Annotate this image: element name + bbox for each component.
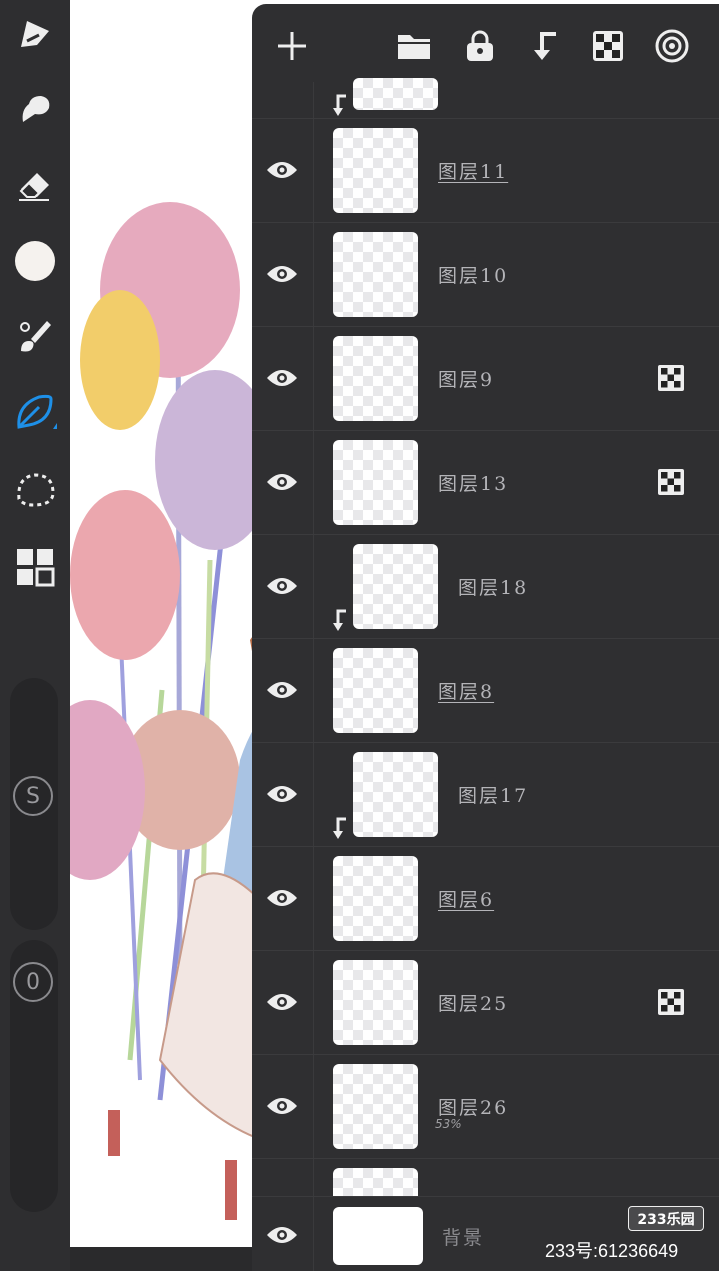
background-thumbnail	[333, 1207, 423, 1265]
layer-name: 图层11	[438, 161, 509, 183]
layer-divider	[313, 743, 314, 846]
layer-name: 背景	[442, 1227, 485, 1249]
layer-row[interactable]: 图层10	[252, 222, 719, 326]
layer-name: 图层10	[438, 265, 509, 287]
layers-grid-icon[interactable]	[10, 542, 60, 592]
layer-thumbnail	[333, 232, 418, 317]
layer-row[interactable]: 图层11	[252, 118, 719, 222]
layer-name: 图层6	[438, 889, 495, 911]
brush-library-icon[interactable]	[10, 312, 60, 362]
layer-name: 图层26	[438, 1097, 509, 1119]
layer-divider	[313, 223, 314, 326]
layer-row[interactable]: 图层25	[252, 950, 719, 1054]
visibility-eye-icon[interactable]	[262, 1215, 302, 1255]
layer-settings-icon[interactable]	[652, 26, 692, 66]
layer-row[interactable]: 图层8	[252, 638, 719, 742]
color-swatch-icon[interactable]	[10, 236, 60, 286]
layer-thumbnail	[333, 1064, 418, 1149]
alpha-lock-badge-icon	[658, 989, 684, 1015]
layer-divider	[313, 1055, 314, 1158]
lasso-selection-icon[interactable]	[10, 464, 60, 514]
visibility-eye-icon[interactable]	[262, 670, 302, 710]
layer-divider	[313, 327, 314, 430]
visibility-eye-icon[interactable]	[262, 878, 302, 918]
layer-row[interactable]: 图层18	[252, 534, 719, 638]
layers-panel: 图层11 图层10 图层9 图层13 图层18 图层8 图层17 图层6 图层25 图层26 53%…	[252, 4, 719, 1271]
tool-sidebar: S 0	[0, 0, 70, 1271]
layer-row[interactable]: 图层13	[252, 430, 719, 534]
layer-divider	[313, 1159, 314, 1197]
layer-row[interactable]: 图层26 53%	[252, 1054, 719, 1158]
layer-name: 图层9	[438, 369, 495, 391]
layer-name: 图层13	[438, 473, 509, 495]
visibility-eye-icon[interactable]	[262, 254, 302, 294]
layer-opacity: 53%	[435, 1117, 462, 1131]
layer-divider	[313, 847, 314, 950]
alpha-lock-badge-icon	[658, 365, 684, 391]
lock-icon[interactable]	[460, 26, 500, 66]
eraser-tool-icon[interactable]	[10, 160, 60, 210]
folder-icon[interactable]	[394, 26, 434, 66]
alpha-lock-icon[interactable]	[588, 26, 628, 66]
clipping-arrow-icon	[333, 817, 346, 839]
layer-name: 图层18	[458, 577, 529, 599]
layer-divider	[313, 431, 314, 534]
draw-tool-icon[interactable]	[10, 8, 60, 58]
visibility-eye-icon[interactable]	[262, 1086, 302, 1126]
layer-row[interactable]: 图层17	[252, 742, 719, 846]
layer-row[interactable]: 图层9	[252, 326, 719, 430]
visibility-eye-icon[interactable]	[262, 774, 302, 814]
layer-divider	[313, 639, 314, 742]
layer-name: 图层17	[458, 785, 529, 807]
smudge-tool-icon[interactable]	[10, 83, 60, 133]
merge-down-icon[interactable]	[524, 26, 564, 66]
layer-row[interactable]: 图层6	[252, 846, 719, 950]
watermark-logo: 233乐园	[628, 1206, 704, 1231]
layer-name: 图层25	[438, 993, 509, 1015]
add-layer-icon[interactable]	[272, 26, 312, 66]
layer-thumbnail	[353, 78, 438, 110]
clipping-arrow-icon	[333, 94, 346, 116]
layer-thumbnail	[333, 336, 418, 421]
watermark-text: 233号:61236649	[545, 1241, 679, 1261]
visibility-eye-icon[interactable]	[262, 150, 302, 190]
layer-row-partial[interactable]	[252, 1158, 719, 1208]
visibility-eye-icon[interactable]	[262, 358, 302, 398]
layer-thumbnail	[333, 128, 418, 213]
clipping-arrow-icon	[333, 609, 346, 631]
layer-thumbnail	[333, 960, 418, 1045]
layer-row-partial[interactable]	[252, 78, 719, 118]
layer-name: 图层8	[438, 681, 495, 703]
visibility-eye-icon[interactable]	[262, 566, 302, 606]
layer-thumbnail	[353, 544, 438, 629]
visibility-eye-icon[interactable]	[262, 982, 302, 1022]
alpha-lock-badge-icon	[658, 469, 684, 495]
leaf-brush-icon[interactable]	[10, 388, 60, 438]
layer-divider	[313, 951, 314, 1054]
visibility-eye-icon[interactable]	[262, 462, 302, 502]
layers-toolbar	[252, 4, 719, 88]
layer-thumbnail	[333, 440, 418, 525]
brush-size-label: S	[13, 776, 53, 816]
layer-thumbnail	[333, 856, 418, 941]
layer-thumbnail	[353, 752, 438, 837]
layer-divider	[313, 119, 314, 222]
brush-opacity-label: 0	[13, 962, 53, 1002]
layer-divider	[313, 535, 314, 638]
layer-thumbnail	[333, 648, 418, 733]
